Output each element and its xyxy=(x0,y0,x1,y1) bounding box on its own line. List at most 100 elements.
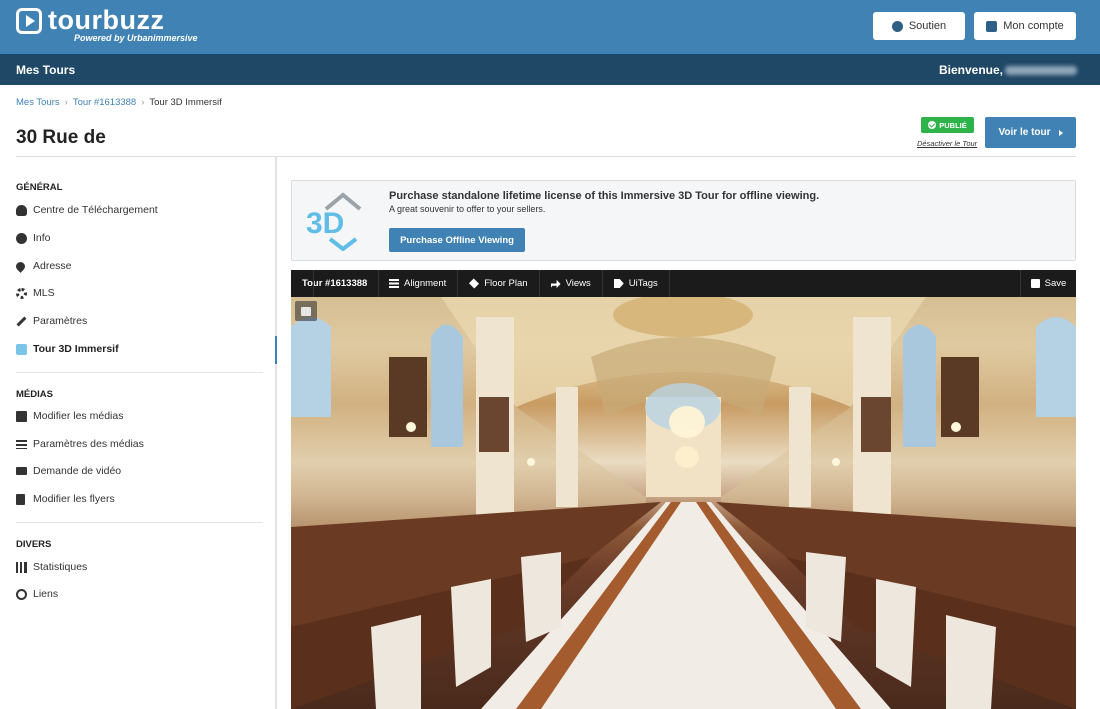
sidebar-item-label: Modifier les médias xyxy=(33,410,124,422)
sidebar-item-label: Liens xyxy=(33,588,59,600)
caret-right-icon xyxy=(1058,129,1063,136)
view-tour-button[interactable]: Voir le tour xyxy=(985,117,1076,148)
info-icon xyxy=(16,232,27,244)
welcome-text: Bienvenue, xyxy=(938,63,1003,77)
sidebar-item-label: Modifier les flyers xyxy=(33,493,115,505)
wrench-icon xyxy=(16,316,27,326)
promo-title: Purchase standalone lifetime license of … xyxy=(389,190,820,202)
floor-plan-label: Floor Plan xyxy=(484,278,528,289)
section-title-misc: DIVERS xyxy=(16,539,52,550)
account-label: Mon compte xyxy=(1003,20,1064,32)
breadcrumb-my-tours[interactable]: Mes Tours xyxy=(16,97,60,108)
share-arrow-icon xyxy=(550,279,561,288)
file-icon xyxy=(16,493,25,505)
gear-icon xyxy=(16,287,27,299)
sidebar-item-label: Info xyxy=(33,232,51,244)
sidebar-item-edit-flyers[interactable]: Modifier les flyers xyxy=(16,491,115,507)
my-tours-link[interactable]: Mes Tours xyxy=(16,63,75,77)
map-pin-icon xyxy=(14,259,27,273)
support-button[interactable]: Soutien xyxy=(873,12,965,40)
nav-bar: Mes Tours Bienvenue, xyxy=(0,54,1100,85)
offline-viewing-promo: 3D Purchase standalone lifetime license … xyxy=(291,180,1076,261)
cloud-download-icon xyxy=(16,204,27,216)
sidebar-item-label: Centre de Téléchargement xyxy=(33,204,158,216)
promo-subtitle: A great souvenir to offer to your seller… xyxy=(389,204,546,214)
sidebar-item-label: MLS xyxy=(33,287,55,299)
sidebar-item-video-request[interactable]: Demande de vidéo xyxy=(16,463,121,479)
map-toggle-button[interactable] xyxy=(295,301,317,321)
sidebar-item-links[interactable]: Liens xyxy=(16,586,58,602)
top-header: tourbuzz Powered by Urbanimmersive Souti… xyxy=(0,0,1100,54)
sidebar-item-label: Demande de vidéo xyxy=(33,465,122,477)
3d-logo-text: 3D xyxy=(306,207,344,240)
header-divider xyxy=(16,156,1076,157)
sliders-icon xyxy=(16,439,27,449)
section-title-general: GÉNÉRAL xyxy=(16,182,63,193)
my-account-button[interactable]: Mon compte xyxy=(974,12,1076,40)
sidebar-item-address[interactable]: Adresse xyxy=(14,258,72,274)
save-icon xyxy=(1030,279,1040,288)
breadcrumb-current: Tour 3D Immersif xyxy=(149,97,222,108)
link-icon xyxy=(16,588,27,600)
brand-name: tourbuzz xyxy=(48,5,165,35)
support-label: Soutien xyxy=(908,20,947,32)
uitags-button[interactable]: UiTags xyxy=(603,270,670,297)
view-tour-label: Voir le tour xyxy=(998,127,1051,138)
sidebar-item-label: Paramètres xyxy=(33,315,88,327)
badge-label: PUBLIÉ xyxy=(939,120,967,130)
tourbuzz-logo[interactable]: tourbuzz Powered by Urbanimmersive xyxy=(16,6,198,43)
breadcrumb: Mes Tours › Tour #1613388 › Tour 3D Immersif xyxy=(16,97,222,108)
purchase-offline-viewing-button[interactable]: Purchase Offline Viewing xyxy=(389,228,525,252)
page-title: 30 Rue de xyxy=(16,127,106,148)
check-circle-icon xyxy=(928,121,937,129)
sidebar-item-media-settings[interactable]: Paramètres des médias xyxy=(16,436,144,452)
tag-icon xyxy=(613,279,624,288)
bar-chart-icon xyxy=(16,561,27,573)
sidebar-item-mls[interactable]: MLS xyxy=(16,285,55,301)
breadcrumb-separator-icon: › xyxy=(64,97,68,108)
sidebar-item-edit-media[interactable]: Modifier les médias xyxy=(16,408,123,424)
published-badge: PUBLIÉ xyxy=(921,117,974,133)
sidebar-item-settings[interactable]: Paramètres xyxy=(16,313,87,329)
list-icon xyxy=(389,279,399,288)
3d-logo-icon: 3D xyxy=(306,192,362,251)
sidebar-item-statistics[interactable]: Statistiques xyxy=(16,559,87,575)
sidebar-item-label: Statistiques xyxy=(33,561,88,573)
sidebar-item-info[interactable]: Info xyxy=(16,230,51,246)
user-icon xyxy=(986,20,998,32)
church-interior-image xyxy=(291,297,1076,709)
sidebar-divider xyxy=(275,157,277,709)
redacted-username xyxy=(1005,66,1077,75)
views-label: Views xyxy=(565,278,591,289)
save-label: Save xyxy=(1044,278,1067,289)
active-indicator xyxy=(275,336,277,364)
views-button[interactable]: Views xyxy=(540,270,603,297)
image-icon xyxy=(16,410,27,422)
info-circle-icon xyxy=(891,20,903,32)
sidebar-item-3d-tour[interactable]: Tour 3D Immersif xyxy=(16,341,119,357)
alignment-button[interactable]: Alignment xyxy=(378,270,459,297)
alignment-label: Alignment xyxy=(404,278,447,289)
brand-tagline: Powered by Urbanimmersive xyxy=(74,33,198,43)
sidebar-divider xyxy=(16,372,263,373)
alignment-button[interactable] xyxy=(291,270,314,297)
section-title-media: MÉDIAS xyxy=(16,389,53,400)
3d-tour-icon xyxy=(16,343,27,355)
video-camera-icon xyxy=(16,467,27,475)
toolbar-tools: Alignment Floor Plan Views UiTags xyxy=(378,270,670,297)
sidebar-item-label: Tour 3D Immersif xyxy=(33,343,119,355)
sidebar-divider xyxy=(16,522,263,523)
panorama-viewer[interactable] xyxy=(291,297,1076,709)
play-logo-icon xyxy=(16,8,42,34)
breadcrumb-separator-icon: › xyxy=(141,97,145,108)
save-button[interactable]: Save xyxy=(1020,270,1076,297)
sidebar-item-label: Paramètres des médias xyxy=(33,438,144,450)
floor-plan-button[interactable]: Floor Plan xyxy=(458,270,540,297)
sidebar-item-download-center[interactable]: Centre de Téléchargement xyxy=(16,202,158,218)
layers-icon xyxy=(469,278,480,289)
deactivate-tour-link[interactable]: Désactiver le Tour xyxy=(917,139,977,148)
map-icon xyxy=(301,306,311,316)
sidebar-item-label: Adresse xyxy=(33,260,72,272)
breadcrumb-tour[interactable]: Tour #1613388 xyxy=(73,97,136,108)
uitags-label: UiTags xyxy=(628,278,658,289)
